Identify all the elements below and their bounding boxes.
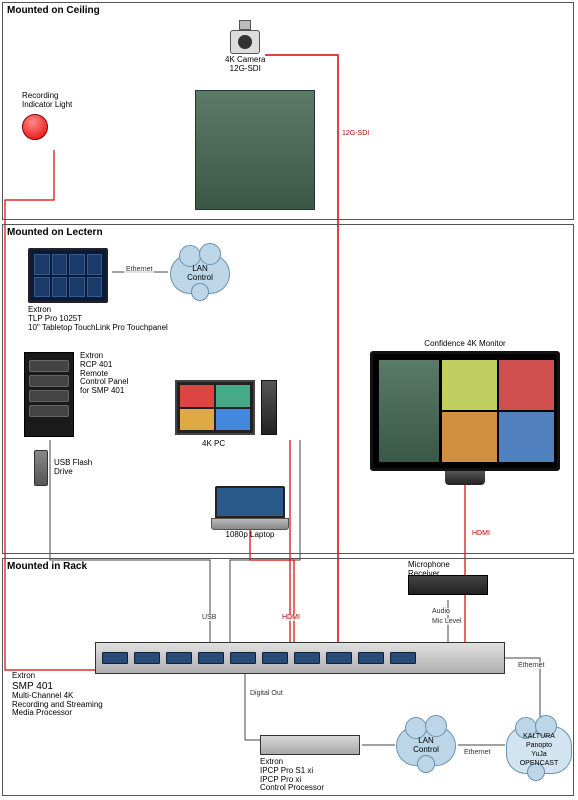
diagram-canvas: 12G-SDI Ethernet USB HDMI HDMI Audio Mic…: [0, 0, 578, 800]
cdn-item-3: OPENCAST: [520, 759, 559, 768]
camera-icon: [230, 30, 260, 54]
smp-desc3: Media Processor: [12, 708, 72, 717]
node-touchpanel: Extron TLP Pro 1025T 10" Tabletop TouchL…: [28, 248, 168, 332]
smp-label-block: Extron SMP 401 Multi-Channel 4K Recordin…: [12, 672, 103, 718]
cdn-cloud-icon: KALTURA Panopto YuJa OPENCAST: [506, 726, 572, 774]
rcp-icon: [24, 352, 74, 437]
touchpanel-icon: [28, 248, 108, 303]
mic-title: Microphone: [408, 560, 450, 569]
rcp-desc3: for SMP 401: [80, 386, 124, 395]
ipcp-icon: [260, 735, 360, 755]
camera-subtitle: 12G-SDI: [230, 64, 261, 73]
confidence-monitor-title: Confidence 4K Monitor: [370, 340, 560, 349]
cdn-item-0: KALTURA: [520, 732, 559, 741]
laptop-icon: [215, 486, 285, 531]
node-camera: 4K Camera 12G-SDI: [225, 20, 265, 74]
smp-brand: Extron: [12, 671, 35, 680]
camera-preview: [195, 90, 315, 210]
usb-drive-icon: [34, 450, 48, 486]
smp-rack-icon: [95, 642, 505, 674]
node-ipcp: Extron IPCP Pro S1 xi IPCP Pro xi Contro…: [260, 735, 360, 793]
person-image-icon: [195, 90, 315, 210]
ipcp-desc2: Control Processor: [260, 783, 324, 792]
ipcp-model: IPCP Pro S1 xi: [260, 766, 313, 775]
usb-subtitle: Drive: [54, 467, 73, 476]
node-lan-cloud-2: LAN Control: [396, 726, 456, 766]
node-cdn-cloud: KALTURA Panopto YuJa OPENCAST: [506, 726, 572, 774]
cdn-item-2: YuJa: [520, 750, 559, 759]
pc-monitor-icon: [175, 380, 255, 435]
node-recording-light: Recording Indicator Light: [22, 92, 72, 140]
rcp-model: RCP 401: [80, 360, 112, 369]
lan-cloud-1-label: LAN Control: [187, 265, 213, 283]
camera-stand-icon: [239, 20, 251, 30]
recording-light-icon: [22, 114, 48, 140]
touchpanel-model: TLP Pro 1025T: [28, 314, 82, 323]
node-laptop: 1080p Laptop: [215, 486, 285, 540]
rcp-desc1: Remote: [80, 369, 108, 378]
section-ceiling-label: Mounted on Ceiling: [7, 5, 100, 16]
node-mic-receiver: Microphone Receiver: [408, 575, 488, 579]
touchpanel-brand: Extron: [28, 305, 51, 314]
node-confidence-monitor: Confidence 4K Monitor: [370, 340, 560, 485]
cloud-icon-2: LAN Control: [396, 726, 456, 766]
ipcp-desc1: IPCP Pro xi: [260, 775, 301, 784]
section-rack-label: Mounted in Rack: [7, 561, 87, 572]
ipcp-brand: Extron: [260, 757, 283, 766]
lan-cloud-2-label: LAN Control: [413, 737, 439, 755]
node-pc: [175, 380, 277, 435]
node-smp: [95, 642, 505, 674]
light-title: Recording: [22, 91, 58, 100]
node-rcp: Extron RCP 401 Remote Control Panel for …: [24, 352, 128, 437]
usb-title: USB Flash: [54, 458, 92, 467]
confidence-monitor-icon: [370, 351, 560, 471]
cdn-item-1: Panopto: [520, 741, 559, 750]
laptop-title: 1080p Laptop: [215, 531, 285, 540]
camera-title: 4K Camera: [225, 55, 265, 64]
mic-subtitle: Receiver: [408, 569, 440, 578]
cloud-icon: LAN Control: [170, 254, 230, 294]
pc-title: 4K PC: [202, 440, 225, 449]
rcp-desc2: Control Panel: [80, 377, 128, 386]
smp-desc2: Recording and Streaming: [12, 700, 103, 709]
touchpanel-desc: 10" Tabletop TouchLink Pro Touchpanel: [28, 323, 168, 332]
pc-tower-icon: [261, 380, 277, 435]
node-usb-drive: USB Flash Drive: [34, 450, 92, 486]
section-lectern-label: Mounted on Lectern: [7, 227, 103, 238]
node-lan-cloud-1: LAN Control: [170, 254, 230, 294]
light-subtitle: Indicator Light: [22, 100, 72, 109]
rcp-brand: Extron: [80, 351, 103, 360]
smp-desc1: Multi-Channel 4K: [12, 691, 73, 700]
